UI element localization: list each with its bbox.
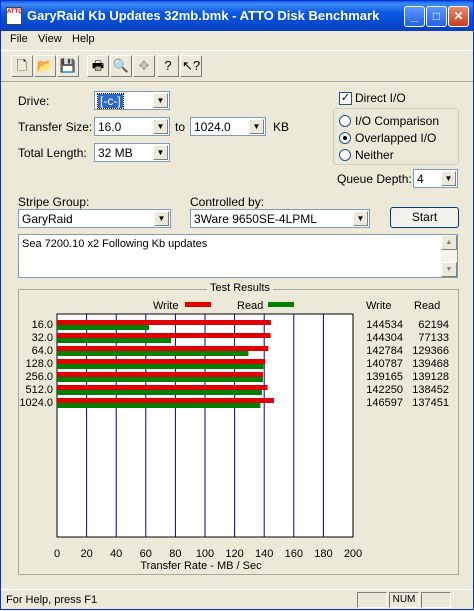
status-pane-1: [357, 592, 387, 608]
transfer-size-from-value: 16.0: [98, 120, 122, 134]
queue-depth-value: 4: [417, 172, 424, 186]
transfer-size-to-select[interactable]: 1024.0 ▼: [190, 117, 266, 136]
toolbar: 🗋 📂 💾 🖶 🔍 ✥ ? ↖?: [1, 50, 473, 82]
description-textarea[interactable]: Sea 7200.10 x2 Following Kb updates ▲ ▼: [18, 234, 458, 278]
chevron-down-icon[interactable]: ▼: [154, 211, 169, 226]
context-help-icon[interactable]: ↖?: [180, 55, 202, 77]
status-text: For Help, press F1: [6, 594, 98, 606]
drive-label: Drive:: [18, 94, 50, 108]
status-pane-3: [421, 592, 451, 608]
menu-help[interactable]: Help: [72, 33, 95, 45]
print-icon[interactable]: 🖶: [87, 55, 109, 77]
app-window: ATTO GaryRaid Kb Updates 32mb.bmk - ATTO…: [0, 0, 474, 610]
transfer-size-label: Transfer Size:: [18, 120, 93, 134]
total-length-value: 32 MB: [98, 146, 133, 160]
chevron-down-icon[interactable]: ▼: [153, 93, 168, 108]
title-bar[interactable]: ATTO GaryRaid Kb Updates 32mb.bmk - ATTO…: [1, 1, 473, 31]
test-results-title: Test Results: [207, 282, 273, 294]
chevron-down-icon[interactable]: ▼: [153, 145, 168, 160]
menu-view[interactable]: View: [38, 33, 62, 45]
controlled-by-select[interactable]: 3Ware 9650SE-4LPML ▼: [190, 209, 370, 228]
queue-depth-select[interactable]: 4 ▼: [413, 169, 458, 188]
direct-io-checkbox[interactable]: ✓: [339, 92, 352, 105]
chevron-down-icon[interactable]: ▼: [353, 211, 368, 226]
print-preview-icon[interactable]: 🔍: [110, 55, 132, 77]
radio-io-comparison-label: I/O Comparison: [355, 114, 440, 128]
atto-app-icon[interactable]: ATTO: [6, 7, 23, 25]
scroll-down-icon[interactable]: ▼: [441, 262, 457, 277]
io-mode-group: I/O Comparison Overlapped I/O Neither: [333, 108, 459, 165]
help-icon[interactable]: ?: [157, 55, 179, 77]
queue-depth-label: Queue Depth:: [337, 172, 412, 186]
open-icon[interactable]: 📂: [34, 55, 56, 77]
stripe-group-label: Stripe Group:: [18, 195, 90, 209]
direct-io-label: Direct I/O: [355, 91, 406, 105]
chevron-down-icon[interactable]: ▼: [441, 171, 456, 186]
controlled-by-value: 3Ware 9650SE-4LPML: [194, 212, 317, 226]
controlled-by-label: Controlled by:: [190, 195, 265, 209]
close-button[interactable]: ✕: [448, 6, 469, 27]
stripe-group-value: GaryRaid: [22, 212, 73, 226]
new-icon[interactable]: 🗋: [11, 55, 33, 77]
transfer-size-from-select[interactable]: 16.0 ▼: [94, 117, 170, 136]
drive-value: [-c-]: [97, 93, 124, 109]
save-icon[interactable]: 💾: [57, 55, 79, 77]
start-button[interactable]: Start: [390, 207, 459, 228]
stripe-group-select[interactable]: GaryRaid ▼: [18, 209, 171, 228]
test-results-group: Test Results: [18, 282, 459, 575]
menu-bar: File View Help: [1, 31, 473, 49]
total-length-select[interactable]: 32 MB ▼: [94, 143, 170, 162]
description-scrollbar[interactable]: ▲ ▼: [441, 235, 457, 277]
radio-neither[interactable]: [339, 149, 351, 161]
description-text: Sea 7200.10 x2 Following Kb updates: [22, 238, 208, 250]
menu-file[interactable]: File: [10, 33, 28, 45]
chevron-down-icon[interactable]: ▼: [153, 119, 168, 134]
window-title: GaryRaid Kb Updates 32mb.bmk - ATTO Disk…: [27, 8, 380, 23]
radio-neither-label: Neither: [355, 148, 394, 162]
chevron-down-icon[interactable]: ▼: [249, 119, 264, 134]
total-length-label: Total Length:: [18, 146, 87, 160]
to-label: to: [175, 120, 186, 134]
num-indicator: NUM: [389, 592, 419, 608]
move-icon[interactable]: ✥: [133, 55, 155, 77]
minimize-button[interactable]: _: [404, 6, 425, 27]
transfer-size-to-value: 1024.0: [194, 120, 231, 134]
kb-label: KB: [273, 120, 290, 134]
radio-overlapped-io-label: Overlapped I/O: [355, 131, 437, 145]
drive-select[interactable]: [-c-] ▼: [94, 91, 170, 110]
radio-io-comparison[interactable]: [339, 115, 351, 127]
radio-overlapped-io[interactable]: [339, 132, 351, 144]
maximize-button[interactable]: □: [426, 6, 447, 27]
status-bar: For Help, press F1 NUM: [1, 589, 473, 610]
scroll-up-icon[interactable]: ▲: [441, 235, 457, 250]
